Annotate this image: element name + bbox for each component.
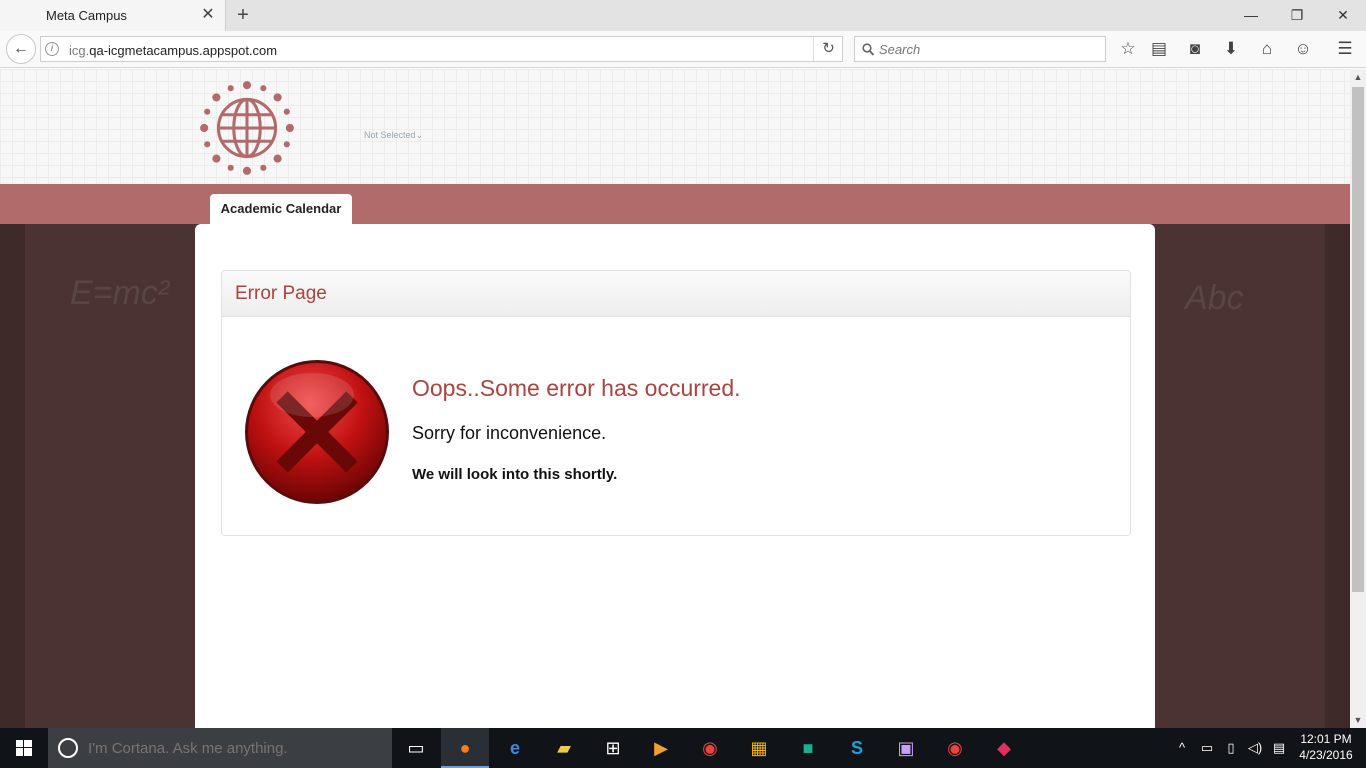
cortana-icon xyxy=(58,738,78,758)
bookmark-star-icon[interactable]: ☆ xyxy=(1116,37,1140,61)
battery-icon[interactable]: ▭ xyxy=(1196,728,1218,768)
game-icon[interactable]: ▣ xyxy=(882,728,930,768)
home-icon[interactable]: ⌂ xyxy=(1255,37,1279,61)
tab-academic-calendar[interactable]: Academic Calendar xyxy=(210,194,352,224)
chrome-user-icon[interactable]: ◉ xyxy=(931,728,979,768)
cortana-input[interactable] xyxy=(88,728,378,768)
error-panel: Error Page Oops..Some error has occurred… xyxy=(221,270,1131,536)
reading-list-icon[interactable]: ▤ xyxy=(1147,37,1171,61)
url-text[interactable]: icg.qa-icgmetacampus.appspot.com xyxy=(69,43,277,58)
windows-taskbar: ▭ ● e ▰ ⊞ ▶ ◉ ▦ ■ S ▣ ◉ ◆ ^ ▭ ▯ ◁) ▤ 12:… xyxy=(0,728,1366,768)
browser-tabstrip: Meta Campus ✕ + — ❐ ✕ xyxy=(0,0,1366,31)
reload-icon[interactable]: ↻ xyxy=(813,37,843,61)
volume-icon[interactable]: ◁) xyxy=(1244,728,1266,768)
web-page: Not Selected⌄ Academic Calendar E=mc² Ab… xyxy=(0,69,1350,728)
restore-icon[interactable]: ❐ xyxy=(1284,3,1310,27)
close-tab-icon[interactable]: ✕ xyxy=(199,6,217,24)
scroll-up-icon[interactable]: ▲ xyxy=(1350,69,1366,85)
error-panel-header: Error Page xyxy=(222,271,1130,317)
media-player-icon[interactable]: ▶ xyxy=(637,728,685,768)
network-icon[interactable]: ▯ xyxy=(1220,728,1242,768)
chrome-icon[interactable]: ◉ xyxy=(686,728,734,768)
main-menu-bar: Academic Calendar xyxy=(0,184,1350,224)
site-header: Not Selected⌄ xyxy=(0,69,1350,184)
error-apology: Sorry for inconvenience. xyxy=(412,423,607,443)
action-center-icon[interactable]: ▤ xyxy=(1268,728,1290,768)
campus-logo xyxy=(200,81,294,175)
task-view-icon[interactable]: ▭ xyxy=(392,728,440,768)
clock-time: 12:01 PM xyxy=(1300,732,1352,746)
tab-title: Meta Campus xyxy=(46,8,127,23)
store-icon[interactable]: ⊞ xyxy=(589,728,637,768)
hello-chat-icon[interactable]: ☺ xyxy=(1291,37,1315,61)
content-card: Error Page Oops..Some error has occurred… xyxy=(195,224,1155,728)
scrollbar-thumb[interactable] xyxy=(1352,87,1364,592)
file-explorer-icon[interactable]: ▰ xyxy=(540,728,588,768)
windows-start-icon[interactable] xyxy=(0,728,48,768)
window-close-icon[interactable]: ✕ xyxy=(1330,3,1356,27)
abc-doodle: Abc xyxy=(1185,279,1244,317)
browser-navbar: ← i icg.qa-icgmetacampus.appspot.com ↻ ☆… xyxy=(0,31,1366,68)
system-clock[interactable]: 12:01 PM 4/23/2016 xyxy=(1295,731,1357,763)
pocket-icon[interactable]: ◙ xyxy=(1183,37,1207,61)
error-heading: Oops..Some error has occurred. xyxy=(412,375,741,401)
hamburger-menu-icon[interactable]: ☰ xyxy=(1333,37,1357,61)
cortana-search[interactable] xyxy=(48,728,392,768)
page-scrollbar[interactable]: ▲ ▼ xyxy=(1350,69,1366,728)
minimize-icon[interactable]: — xyxy=(1238,3,1264,27)
paint-app-icon[interactable]: ◆ xyxy=(980,728,1028,768)
search-input[interactable] xyxy=(879,37,1099,61)
apps-grid-icon[interactable]: ▦ xyxy=(735,728,783,768)
error-panel-title: Error Page xyxy=(235,283,327,304)
skype-icon[interactable]: S xyxy=(833,728,881,768)
edge-icon[interactable]: e xyxy=(491,728,539,768)
formula-doodle: E=mc² xyxy=(70,274,170,312)
download-icon[interactable]: ⬇ xyxy=(1219,37,1243,61)
back-arrow-icon[interactable]: ← xyxy=(6,34,36,64)
address-bar[interactable]: i icg.qa-icgmetacampus.appspot.com ↻ xyxy=(40,36,843,62)
campus-selector[interactable]: Not Selected⌄ xyxy=(364,130,423,141)
new-tab-icon[interactable]: + xyxy=(232,4,254,26)
error-x-icon xyxy=(245,360,389,504)
error-followup: We will look into this shortly. xyxy=(412,466,618,483)
search-box[interactable] xyxy=(854,36,1106,62)
search-icon xyxy=(862,43,875,56)
green-app-icon[interactable]: ■ xyxy=(784,728,832,768)
tray-chevron-icon[interactable]: ^ xyxy=(1172,728,1192,768)
browser-tab[interactable]: Meta Campus ✕ xyxy=(0,0,226,31)
firefox-icon[interactable]: ● xyxy=(441,728,489,768)
clock-date: 4/23/2016 xyxy=(1299,748,1353,762)
scroll-down-icon[interactable]: ▼ xyxy=(1350,712,1366,728)
info-icon[interactable]: i xyxy=(45,42,59,56)
